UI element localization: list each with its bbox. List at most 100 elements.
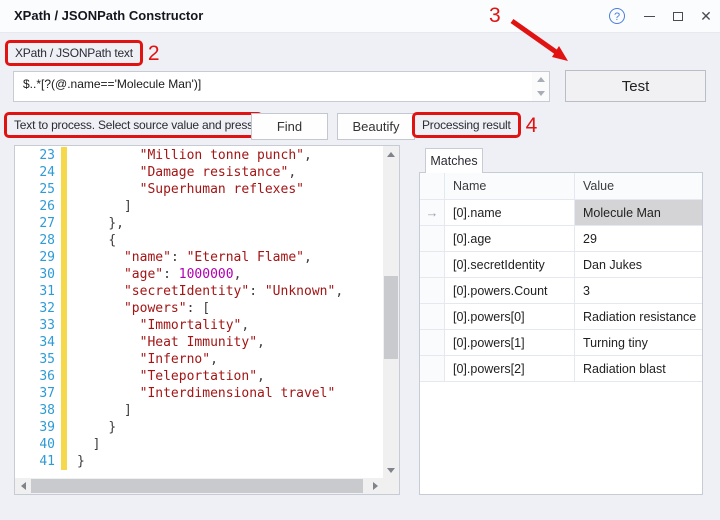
match-name-cell[interactable]: [0].powers[0] (445, 304, 575, 329)
line-number: 27 (15, 215, 61, 232)
column-header-value[interactable]: Value (575, 173, 702, 199)
vertical-scroll-thumb[interactable] (384, 276, 398, 359)
scroll-left-icon (21, 482, 26, 490)
help-button[interactable]: ? (607, 7, 627, 25)
code-line: 37 "Interdimensional travel" (15, 385, 383, 402)
matches-table-row[interactable]: →[0].nameMolecule Man (420, 200, 702, 226)
code-text: "age": 1000000, (67, 266, 241, 283)
line-number: 31 (15, 283, 61, 300)
matches-panel: Name Value →[0].nameMolecule Man[0].age2… (419, 172, 703, 495)
code-text: "Immortality", (67, 317, 249, 334)
match-name-cell[interactable]: [0].powers.Count (445, 278, 575, 303)
code-text: "Million tonne punch", (67, 147, 312, 164)
line-number: 30 (15, 266, 61, 283)
source-label-group: Text to process. Select source value and… (4, 112, 280, 138)
spinner-down-button[interactable] (532, 87, 549, 102)
scroll-up-button[interactable] (383, 146, 399, 162)
query-label-group: XPath / JSONPath text 2 (5, 40, 160, 66)
scroll-down-icon (387, 468, 395, 473)
code-line: 30 "age": 1000000, (15, 266, 383, 283)
match-name-cell[interactable]: [0].age (445, 226, 575, 251)
matches-table-row[interactable]: [0].powers.Count3 (420, 278, 702, 304)
row-indicator-cell (420, 356, 445, 381)
matches-table-row[interactable]: [0].powers[1]Turning tiny (420, 330, 702, 356)
line-number: 37 (15, 385, 61, 402)
code-line: 41} (15, 453, 383, 470)
editor-lines: 23 "Million tonne punch",24 "Damage resi… (15, 147, 383, 478)
code-text: } (67, 419, 116, 436)
code-line: 27 }, (15, 215, 383, 232)
scroll-right-button[interactable] (367, 478, 383, 494)
editor-horizontal-scrollbar[interactable] (15, 478, 383, 494)
code-line: 36 "Teleportation", (15, 368, 383, 385)
matches-table-row[interactable]: [0].age29 (420, 226, 702, 252)
match-value-cell[interactable]: 3 (575, 278, 702, 303)
line-number: 38 (15, 402, 61, 419)
column-header-name[interactable]: Name (445, 173, 575, 199)
maximize-button[interactable] (668, 7, 688, 25)
match-name-cell[interactable]: [0].name (445, 200, 575, 225)
matches-table-header: Name Value (420, 173, 702, 200)
tab-matches[interactable]: Matches (425, 148, 483, 173)
line-number: 23 (15, 147, 61, 164)
code-text: "Damage resistance", (67, 164, 296, 181)
beautify-button[interactable]: Beautify (337, 113, 415, 140)
code-line: 33 "Immortality", (15, 317, 383, 334)
matches-table-row[interactable]: [0].powers[2]Radiation blast (420, 356, 702, 382)
query-label: XPath / JSONPath text (5, 40, 143, 66)
close-button[interactable]: ✕ (696, 7, 716, 25)
source-text-editor[interactable]: 23 "Million tonne punch",24 "Damage resi… (14, 145, 400, 495)
row-indicator-cell: → (420, 200, 445, 225)
code-line: 31 "secretIdentity": "Unknown", (15, 283, 383, 300)
code-line: 38 ] (15, 402, 383, 419)
match-name-cell[interactable]: [0].powers[2] (445, 356, 575, 381)
match-value-cell[interactable]: Radiation blast (575, 356, 702, 381)
row-indicator-cell (420, 226, 445, 251)
maximize-icon (673, 12, 683, 21)
editor-vertical-scrollbar[interactable] (383, 146, 399, 478)
match-name-cell[interactable]: [0].powers[1] (445, 330, 575, 355)
match-name-cell[interactable]: [0].secretIdentity (445, 252, 575, 277)
code-line: 40 ] (15, 436, 383, 453)
match-value-cell[interactable]: 29 (575, 226, 702, 251)
jsonpath-input-value: $..*[?(@.name=='Molecule Man')] (23, 77, 201, 91)
code-text: ] (67, 198, 132, 215)
code-line: 26 ] (15, 198, 383, 215)
code-text: } (67, 453, 85, 470)
matches-table-row[interactable]: [0].powers[0]Radiation resistance (420, 304, 702, 330)
code-text: { (67, 232, 116, 249)
jsonpath-input[interactable]: $..*[?(@.name=='Molecule Man')] (13, 71, 550, 102)
row-indicator-cell (420, 278, 445, 303)
row-indicator-cell (420, 304, 445, 329)
line-number: 34 (15, 334, 61, 351)
code-text: "name": "Eternal Flame", (67, 249, 312, 266)
find-button[interactable]: Find (251, 113, 328, 140)
minimize-button[interactable] (639, 7, 659, 25)
code-text: }, (67, 215, 124, 232)
line-number: 25 (15, 181, 61, 198)
line-number: 39 (15, 419, 61, 436)
spinner-up-button[interactable] (532, 72, 549, 87)
code-line: 23 "Million tonne punch", (15, 147, 383, 164)
code-text: "powers": [ (67, 300, 210, 317)
chevron-up-icon (537, 77, 545, 82)
line-number: 28 (15, 232, 61, 249)
match-value-cell[interactable]: Radiation resistance (575, 304, 702, 329)
input-spinner (532, 72, 549, 101)
horizontal-scroll-thumb[interactable] (31, 479, 363, 493)
line-number: 26 (15, 198, 61, 215)
code-text: "Superhuman reflexes" (67, 181, 304, 198)
code-line: 39 } (15, 419, 383, 436)
match-value-cell[interactable]: Molecule Man (575, 200, 702, 225)
scroll-left-button[interactable] (15, 478, 31, 494)
scroll-down-button[interactable] (383, 462, 399, 478)
code-text: "Heat Immunity", (67, 334, 265, 351)
line-number: 41 (15, 453, 61, 470)
match-value-cell[interactable]: Turning tiny (575, 330, 702, 355)
matches-table-row[interactable]: [0].secretIdentityDan Jukes (420, 252, 702, 278)
line-number: 33 (15, 317, 61, 334)
code-text: ] (67, 402, 132, 419)
annotation-number-2: 2 (148, 43, 160, 64)
match-value-cell[interactable]: Dan Jukes (575, 252, 702, 277)
test-button[interactable]: Test (565, 70, 706, 102)
